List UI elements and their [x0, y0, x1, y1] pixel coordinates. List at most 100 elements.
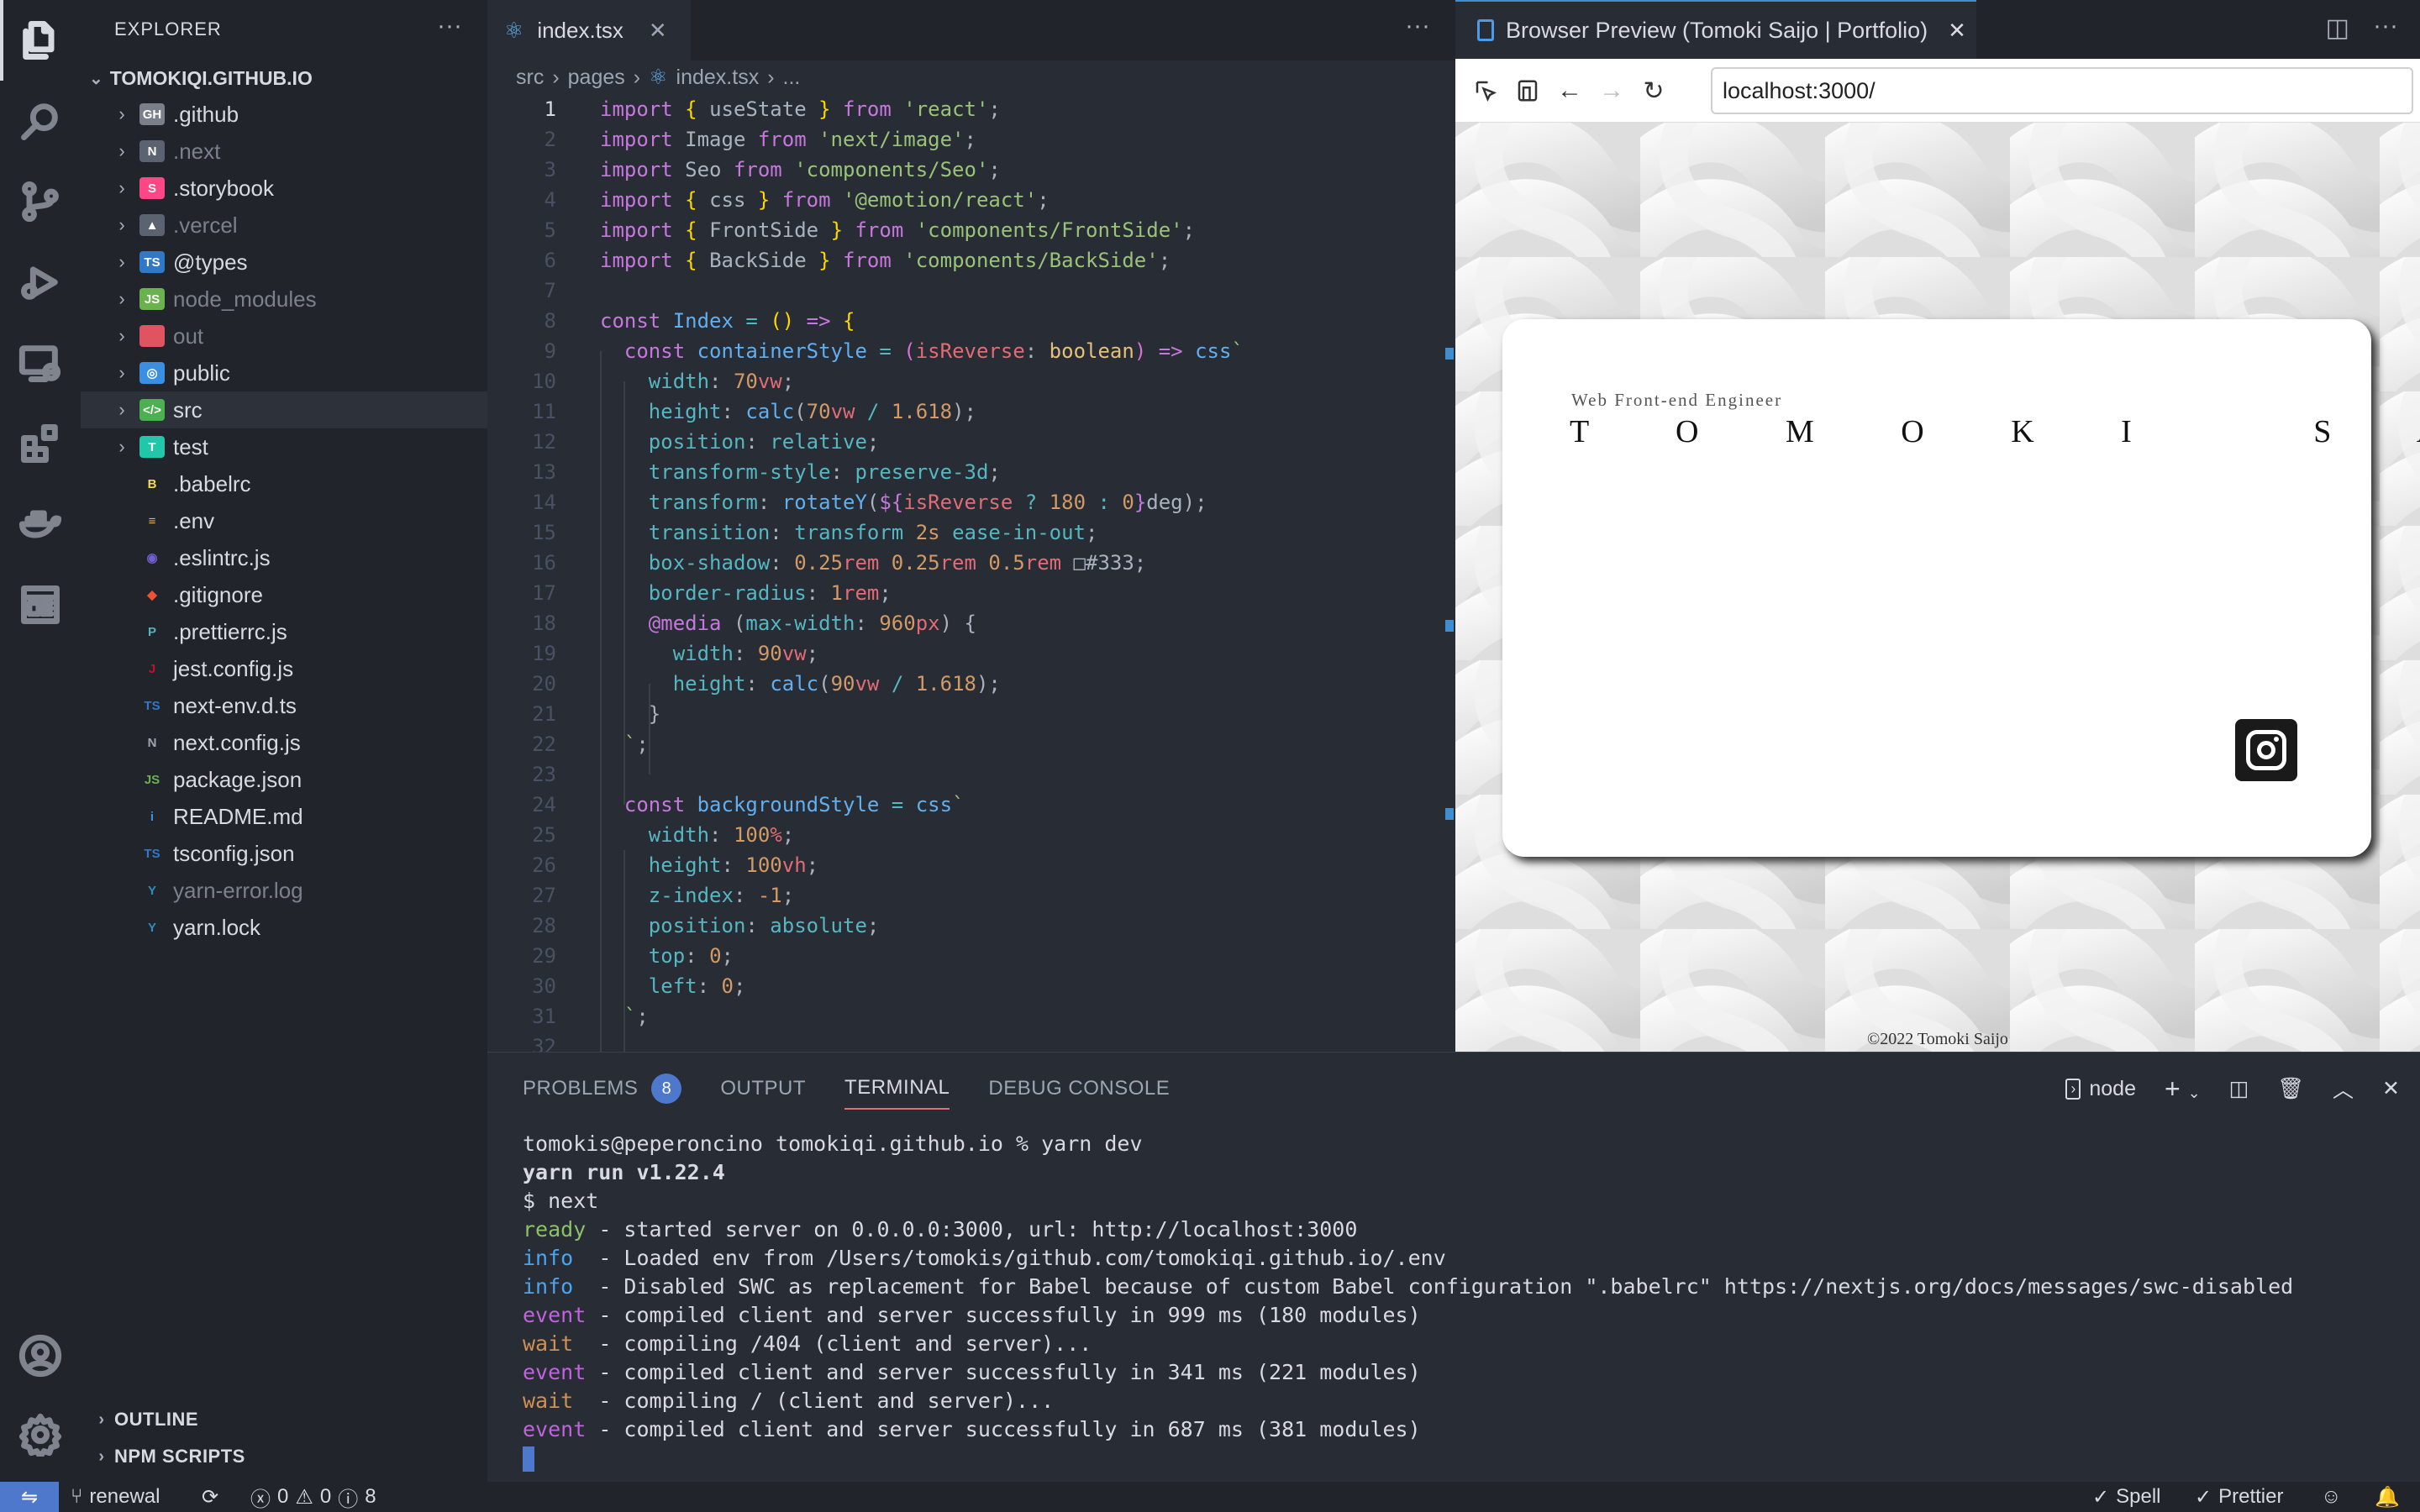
folder-tree-item[interactable]: › ◎ public: [81, 354, 487, 391]
file-tree-item[interactable]: i README.md: [81, 798, 487, 835]
remote-indicator-icon[interactable]: ⇋: [0, 1482, 59, 1512]
folder-tree-item[interactable]: › N .next: [81, 133, 487, 170]
folder-tree-item[interactable]: › ▲ .vercel: [81, 207, 487, 244]
file-tree-item[interactable]: ≡ .env: [81, 502, 487, 539]
prettier-status[interactable]: ✓ Prettier: [2195, 1482, 2283, 1512]
file-tree-item[interactable]: P .prettierrc.js: [81, 613, 487, 650]
more-actions-icon[interactable]: ···: [2373, 12, 2398, 40]
chevron-right-icon: ›: [633, 65, 641, 89]
problems-indicator[interactable]: ⓧ 0 ⚠ 0 ⓘ 8: [250, 1482, 376, 1512]
outline-section[interactable]: › OUTLINE: [81, 1401, 487, 1438]
remote-explorer-icon[interactable]: [0, 323, 81, 403]
file-tree-item[interactable]: Yyarn.lock: [81, 909, 487, 946]
explorer-icon[interactable]: [0, 0, 81, 81]
more-actions-icon[interactable]: ···: [437, 12, 462, 40]
code-token: 'components/Seo': [794, 158, 989, 181]
tab-terminal[interactable]: TERMINAL: [844, 1068, 950, 1110]
code-text: `;: [600, 1001, 649, 1032]
code-token: 'components/BackSide': [903, 249, 1159, 272]
npm-scripts-section[interactable]: › NPM SCRIPTS: [81, 1438, 487, 1475]
editor-more-actions-icon[interactable]: ···: [1405, 12, 1430, 40]
new-terminal-icon[interactable]: + ⌄: [2165, 1074, 2201, 1105]
workspace-root[interactable]: ⌄ TOMOKIQI.GITHUB.IO: [89, 66, 313, 91]
tree-item-label: .babelrc: [173, 470, 251, 496]
terminal-output[interactable]: tomokis@peperoncino tomokiqi.github.io %…: [523, 1130, 2293, 1473]
reload-icon[interactable]: ↻: [1637, 74, 1670, 108]
back-arrow-icon[interactable]: ←: [1553, 74, 1586, 108]
inspect-icon[interactable]: [1469, 74, 1502, 108]
folder-tree-item[interactable]: › out: [81, 318, 487, 354]
file-type-icon: TS: [144, 698, 160, 713]
code-token: ;: [964, 128, 976, 151]
tab-output[interactable]: OUTPUT: [720, 1068, 806, 1110]
branch-indicator[interactable]: ⑂ renewal: [71, 1482, 160, 1512]
close-tab-icon[interactable]: ✕: [1948, 18, 1966, 44]
close-panel-icon[interactable]: ✕: [2382, 1076, 2400, 1101]
docker-icon[interactable]: [0, 484, 81, 564]
file-tree-item[interactable]: Jjest.config.js: [81, 650, 487, 687]
file-tree-item[interactable]: Yyarn-error.log: [81, 872, 487, 909]
settings-gear-icon[interactable]: [0, 1394, 81, 1475]
breadcrumb-pages[interactable]: pages: [568, 66, 625, 90]
code-token: ${: [879, 491, 904, 514]
code-token: ;: [1086, 521, 1098, 544]
folder-icon: ◎: [139, 362, 165, 384]
forward-arrow-icon[interactable]: →: [1595, 74, 1628, 108]
code-token: import: [600, 158, 686, 181]
business-card[interactable]: Web Front-end Engineer T O M O K I S A I…: [1502, 319, 2420, 857]
source-control-icon[interactable]: [0, 161, 81, 242]
page-viewport[interactable]: Web Front-end Engineer T O M O K I S A I…: [1455, 123, 2420, 1052]
breadcrumb-symbol[interactable]: ...: [783, 66, 801, 90]
spell-status[interactable]: ✓ Spell: [2092, 1482, 2160, 1512]
feedback-icon[interactable]: ☺: [2321, 1482, 2342, 1512]
device-toggle-icon[interactable]: [1511, 74, 1544, 108]
tab-index-tsx[interactable]: ⚛ index.tsx ✕: [487, 0, 691, 60]
folder-tree-item[interactable]: › </> src: [81, 391, 487, 428]
folder-tree-item[interactable]: › Ttest: [81, 428, 487, 465]
file-tree-item[interactable]: Nnext.config.js: [81, 724, 487, 761]
file-tree-item[interactable]: TS tsconfig.json: [81, 835, 487, 872]
folder-tree-item[interactable]: › GH .github: [81, 96, 487, 133]
close-tab-icon[interactable]: ✕: [649, 18, 667, 44]
split-editor-icon[interactable]: ◫: [2326, 13, 2349, 43]
file-tree-item[interactable]: ◉ .eslintrc.js: [81, 539, 487, 576]
code-token: transform: [648, 491, 758, 514]
check-double-icon: ✓: [2195, 1485, 2212, 1509]
folder-icon: JS: [139, 288, 165, 310]
instagram-icon[interactable]: [2235, 719, 2297, 781]
accounts-icon[interactable]: [0, 1315, 81, 1396]
folder-tree-item[interactable]: › S .storybook: [81, 170, 487, 207]
tab-problems[interactable]: PROBLEMS 8: [523, 1068, 682, 1110]
code-token: from: [733, 158, 795, 181]
browser-preview-icon[interactable]: [0, 564, 81, 645]
code-token: □#333;: [1073, 551, 1147, 575]
file-tree-item[interactable]: B .babelrc: [81, 465, 487, 502]
url-bar[interactable]: localhost:3000/: [1711, 67, 2413, 114]
extensions-icon[interactable]: [0, 403, 81, 484]
trash-icon[interactable]: 🗑: [2277, 1077, 2304, 1101]
problems-count-badge: 8: [651, 1074, 682, 1104]
run-debug-icon[interactable]: [0, 242, 81, 323]
tab-browser-preview[interactable]: Browser Preview (Tomoki Saijo | Portfoli…: [1455, 0, 1976, 59]
split-terminal-icon[interactable]: ◫: [2229, 1076, 2249, 1101]
tab-debug-console[interactable]: DEBUG CONSOLE: [988, 1068, 1170, 1110]
sync-icon[interactable]: ⟳: [202, 1482, 218, 1512]
breadcrumb-file[interactable]: index.tsx: [676, 66, 760, 90]
breadcrumb-src[interactable]: src: [516, 66, 544, 90]
search-icon[interactable]: [0, 81, 81, 161]
terminal-selector[interactable]: › node: [2065, 1077, 2136, 1101]
folder-tree-item[interactable]: › TS @types: [81, 244, 487, 281]
folder-icon: </>: [139, 399, 165, 421]
file-tree-item[interactable]: TS next-env.d.ts: [81, 687, 487, 724]
file-tree-item[interactable]: JS package.json: [81, 761, 487, 798]
file-tree-item[interactable]: ◆ .gitignore: [81, 576, 487, 613]
maximize-panel-icon[interactable]: ︿: [2333, 1074, 2354, 1104]
outline-label: OUTLINE: [114, 1409, 199, 1430]
folder-tree-item[interactable]: › JS node_modules: [81, 281, 487, 318]
code-token: 0.25: [794, 551, 843, 575]
code-line: 5 import { FrontSide } from 'components/F…: [487, 215, 1455, 245]
notifications-bell-icon[interactable]: 🔔: [2375, 1482, 2400, 1512]
